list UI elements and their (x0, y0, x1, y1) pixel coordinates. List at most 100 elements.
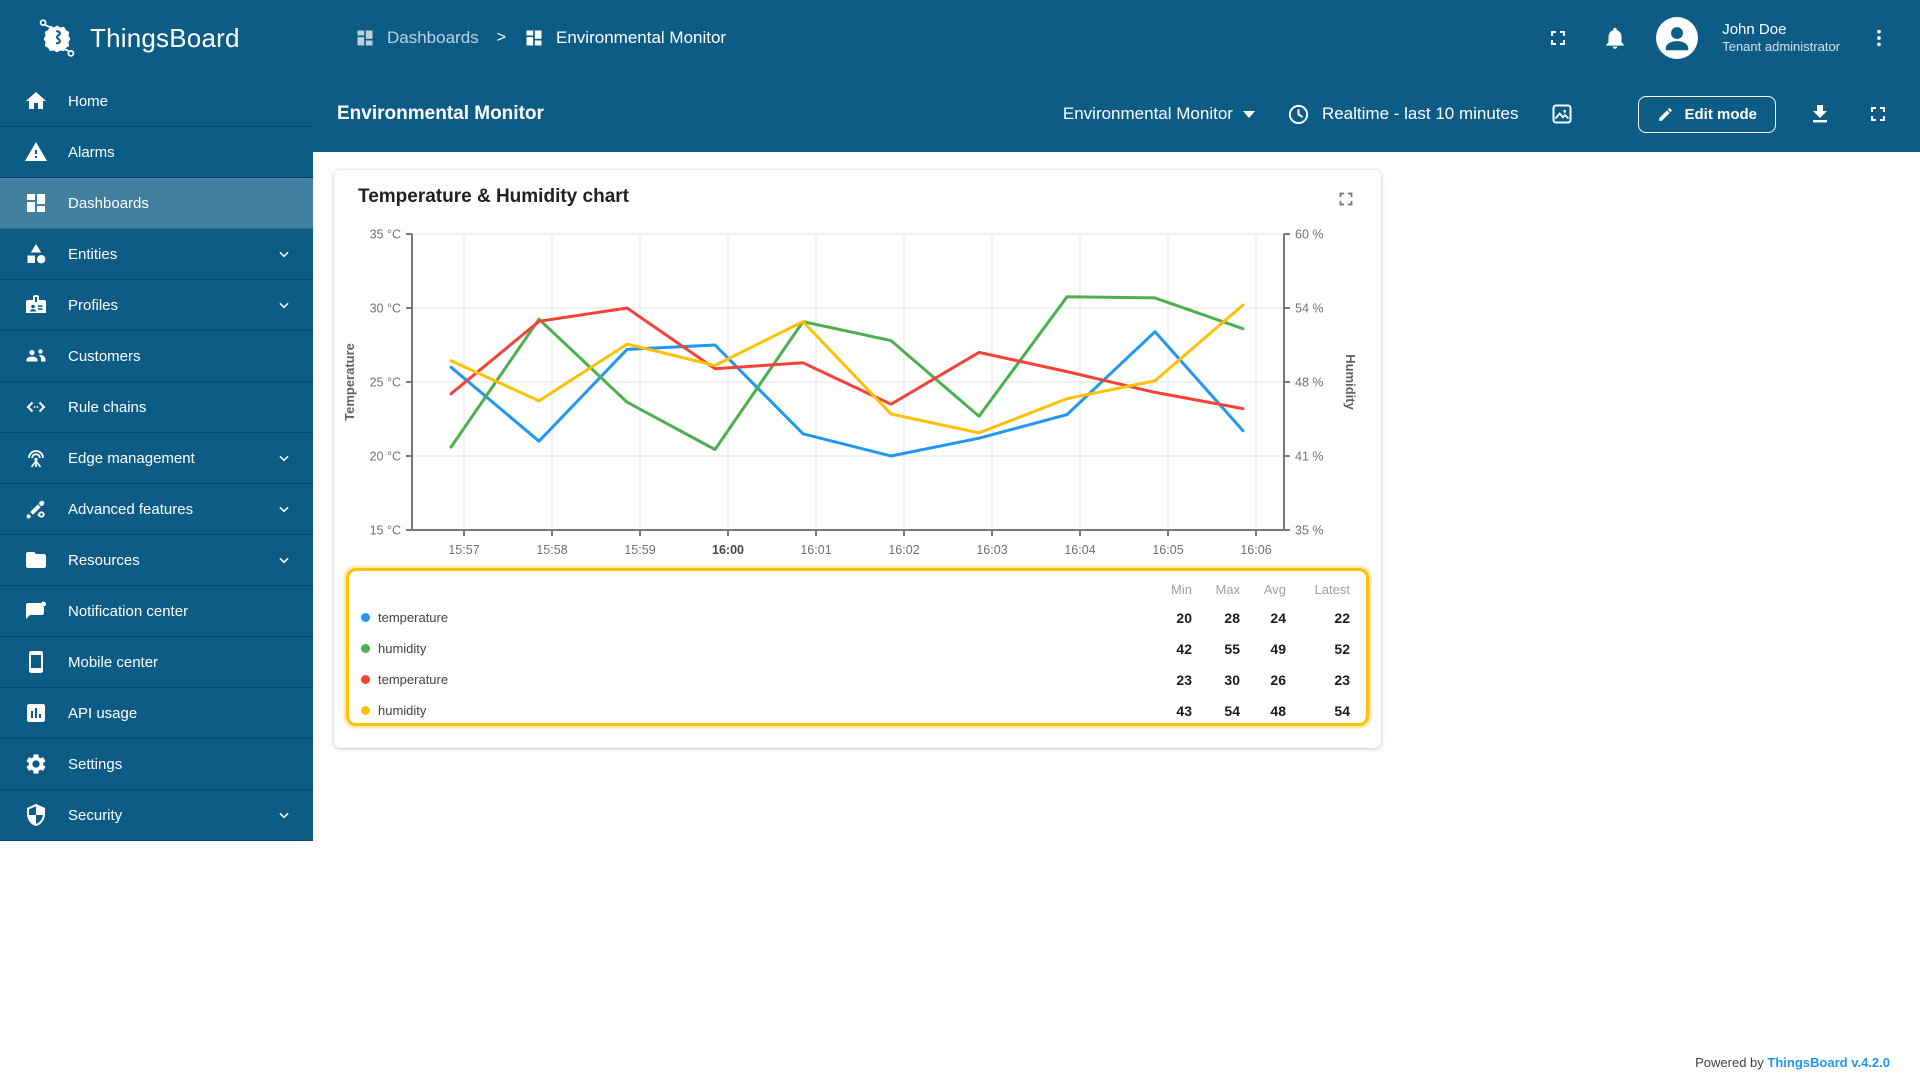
legend-value: 43 (1176, 702, 1192, 719)
legend-value: 26 (1270, 671, 1286, 688)
sidebar-item-home[interactable]: Home (0, 76, 313, 127)
dashboard-image-button[interactable] (1546, 98, 1578, 130)
powered-by: Powered by ThingsBoard v.4.2.0 (1695, 1055, 1890, 1070)
dashboard-content: Temperature & Humidity chart 35 °C 60 % 30… (313, 152, 1920, 1080)
legend-series-temperature-1[interactable]: temperature (361, 602, 1142, 633)
fullscreen-button[interactable] (1542, 22, 1574, 54)
brand[interactable]: ThingsBoard (0, 15, 313, 61)
svg-text:16:00: 16:00 (712, 543, 744, 557)
breadcrumb: Dashboards > Environmental Monitor (355, 28, 1542, 48)
svg-text:16:04: 16:04 (1064, 543, 1095, 557)
series-color-dot (361, 613, 370, 622)
version-link[interactable]: ThingsBoard v.4.2.0 (1767, 1055, 1890, 1070)
svg-text:60 %: 60 % (1295, 228, 1324, 242)
legend-value: 20 (1176, 609, 1192, 626)
sidebar-item-entities[interactable]: Entities (0, 229, 313, 280)
edit-mode-button[interactable]: Edit mode (1638, 95, 1776, 133)
svg-text:15:59: 15:59 (624, 543, 655, 557)
alarm-triangle-icon (24, 140, 48, 164)
timewindow-value: Realtime - last 10 minutes (1321, 104, 1519, 123)
svg-text:35 °C: 35 °C (370, 228, 401, 242)
svg-text:16:01: 16:01 (800, 543, 831, 557)
header-actions: John Doe Tenant administrator (1542, 17, 1920, 59)
widget-title: Temperature & Humidity chart (358, 186, 629, 207)
gear-icon (24, 752, 48, 776)
sidebar-item-profiles[interactable]: Profiles (0, 280, 313, 331)
sidebar-item-notification-center[interactable]: Notification center (0, 586, 313, 637)
legend-series-humidity-2[interactable]: humidity (361, 695, 1142, 726)
rule-chain-icon (24, 395, 48, 419)
chevron-down-icon (277, 298, 291, 312)
legend-series-humidity-1[interactable]: humidity (361, 633, 1142, 664)
breadcrumb-dashboards[interactable]: Dashboards (355, 28, 479, 48)
timewindow-button[interactable]: Realtime - last 10 minutes (1287, 103, 1519, 126)
dashboard-select[interactable]: Environmental Monitor (1063, 104, 1255, 124)
thingsboard-logo-icon (34, 15, 80, 61)
breadcrumb-separator: > (496, 29, 507, 46)
chart-box-icon (24, 701, 48, 725)
svg-text:25 °C: 25 °C (370, 376, 401, 390)
svg-text:30 °C: 30 °C (370, 302, 401, 316)
sidebar-item-customers[interactable]: Customers (0, 331, 313, 382)
sidebar: Home Alarms Dashboards Entities Profiles… (0, 76, 313, 1080)
svg-text:48 %: 48 % (1295, 376, 1324, 390)
legend-value: 52 (1334, 640, 1350, 657)
svg-text:Temperature: Temperature (342, 343, 357, 421)
legend-value: 42 (1176, 640, 1192, 657)
more-menu-button[interactable] (1864, 23, 1894, 53)
home-icon (24, 89, 48, 113)
avatar[interactable] (1656, 17, 1699, 59)
shield-icon (24, 803, 48, 827)
bell-icon (1602, 25, 1628, 51)
notifications-button[interactable] (1598, 21, 1632, 55)
legend-header-avg: Avg (1263, 581, 1286, 597)
svg-text:16:06: 16:06 (1240, 543, 1271, 557)
sidebar-item-settings[interactable]: Settings (0, 739, 313, 790)
message-dot-icon (24, 599, 48, 623)
svg-text:16:02: 16:02 (888, 543, 919, 557)
sidebar-item-api-usage[interactable]: API usage (0, 688, 313, 739)
image-icon (1550, 102, 1574, 126)
caret-down-icon (1242, 110, 1255, 118)
legend-series-temperature-2[interactable]: temperature (361, 664, 1142, 695)
breadcrumb-label: Environmental Monitor (556, 28, 727, 47)
edit-mode-label: Edit mode (1684, 105, 1757, 123)
entities-shapes-icon (24, 242, 48, 266)
chevron-down-icon (277, 502, 291, 516)
user-role: Tenant administrator (1722, 39, 1840, 55)
chevron-down-icon (277, 247, 291, 261)
sidebar-item-dashboards[interactable]: Dashboards (0, 178, 313, 229)
sidebar-item-alarms[interactable]: Alarms (0, 127, 313, 178)
widget-fullscreen-button[interactable] (1333, 186, 1359, 212)
legend-value: 24 (1270, 609, 1286, 626)
legend-value: 48 (1270, 702, 1286, 719)
svg-text:41 %: 41 % (1295, 450, 1324, 464)
breadcrumb-current[interactable]: Environmental Monitor (524, 28, 726, 48)
top-header: ThingsBoard Dashboards > Environmental M… (0, 0, 1920, 76)
legend-value: 22 (1334, 609, 1350, 626)
sidebar-item-advanced-features[interactable]: Advanced features (0, 484, 313, 535)
user-info[interactable]: John Doe Tenant administrator (1722, 21, 1840, 56)
legend-header-max: Max (1215, 581, 1240, 597)
svg-text:35 %: 35 % (1295, 524, 1324, 538)
dashboards-grid-icon (524, 28, 544, 48)
chart-svg: 35 °C 60 % 30 °C 54 % 25 °C 48 % 20 °C 41 % 15 °… (342, 228, 1358, 558)
sidebar-item-security[interactable]: Security (0, 790, 313, 841)
sidebar-item-edge-management[interactable]: Edge management (0, 433, 313, 484)
tools-icon (24, 497, 48, 521)
svg-text:15:58: 15:58 (536, 543, 567, 557)
download-button[interactable] (1804, 98, 1836, 130)
fullscreen-button[interactable] (1862, 98, 1894, 130)
fullscreen-icon (1546, 26, 1570, 50)
sidebar-item-resources[interactable]: Resources (0, 535, 313, 586)
dashboard-title: Environmental Monitor (337, 103, 544, 124)
legend-value: 55 (1224, 640, 1240, 657)
svg-text:16:03: 16:03 (976, 543, 1007, 557)
brand-name: ThingsBoard (90, 22, 240, 53)
legend-value: 28 (1224, 609, 1240, 626)
sidebar-item-mobile-center[interactable]: Mobile center (0, 637, 313, 688)
legend-value: 54 (1334, 702, 1350, 719)
series-color-dot (361, 675, 370, 684)
svg-text:15:57: 15:57 (448, 543, 479, 557)
sidebar-item-rule-chains[interactable]: Rule chains (0, 382, 313, 433)
